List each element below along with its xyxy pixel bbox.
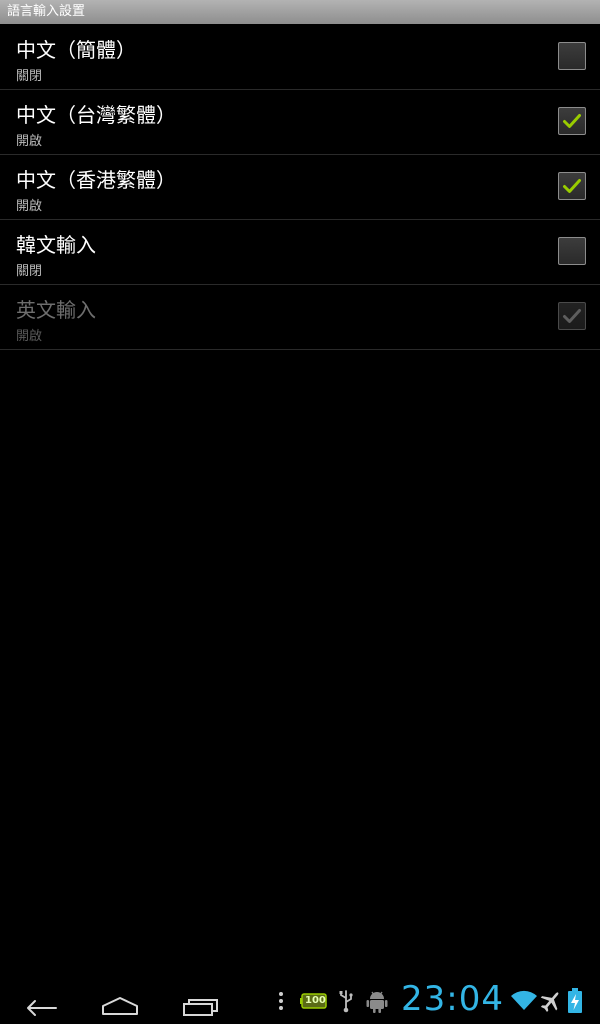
status-clock: 23:04: [401, 979, 504, 1019]
list-item-title: 中文（簡體）: [16, 38, 136, 62]
checkbox[interactable]: [558, 237, 586, 265]
battery-badge: 100: [305, 995, 326, 1006]
list-item-summary: 開啟: [16, 199, 43, 214]
list-item-zh-taiwan[interactable]: 中文（台灣繁體） 開啟: [0, 90, 600, 155]
checkbox[interactable]: [558, 172, 586, 200]
list-item-title: 韓文輸入: [16, 233, 96, 257]
checkbox[interactable]: [558, 42, 586, 70]
wifi-icon: [511, 990, 537, 1010]
recent-apps-icon[interactable]: [182, 984, 220, 1018]
list-item-title: 中文（香港繁體）: [16, 168, 176, 192]
usb-icon: [339, 990, 353, 1013]
back-icon[interactable]: [22, 984, 58, 1018]
list-item-title: 中文（台灣繁體）: [16, 103, 176, 127]
overflow-menu-icon[interactable]: [276, 990, 286, 1012]
language-list: 中文（簡體） 關閉 中文（台灣繁體） 開啟 中文（香港繁體） 開啟 韓文輸入 關…: [0, 25, 600, 350]
list-item-summary: 開啟: [16, 329, 43, 344]
page-title: 語言輸入設置: [7, 4, 86, 19]
list-item-title: 英文輸入: [16, 298, 96, 322]
android-debug-icon: [366, 991, 388, 1013]
airplane-icon: [540, 992, 559, 1012]
checkbox-disabled: [558, 302, 586, 330]
list-item-summary: 關閉: [16, 264, 43, 279]
screen: 語言輸入設置 中文（簡體） 關閉 中文（台灣繁體） 開啟 中文（香港繁體） 開啟: [0, 0, 600, 1024]
check-icon: [563, 309, 581, 323]
list-item-zh-hongkong[interactable]: 中文（香港繁體） 開啟: [0, 155, 600, 220]
check-icon: [563, 114, 581, 128]
home-icon[interactable]: [100, 984, 140, 1018]
system-bar: 100 23:04: [0, 976, 600, 1024]
check-icon: [563, 179, 581, 193]
list-item-zh-simplified[interactable]: 中文（簡體） 關閉: [0, 25, 600, 90]
checkbox[interactable]: [558, 107, 586, 135]
title-bar: 語言輸入設置: [0, 0, 600, 24]
list-item-korean[interactable]: 韓文輸入 關閉: [0, 220, 600, 285]
list-item-english: 英文輸入 開啟: [0, 285, 600, 350]
battery-charging-icon: [568, 988, 582, 1013]
list-item-summary: 關閉: [16, 69, 43, 84]
list-item-summary: 開啟: [16, 134, 43, 149]
